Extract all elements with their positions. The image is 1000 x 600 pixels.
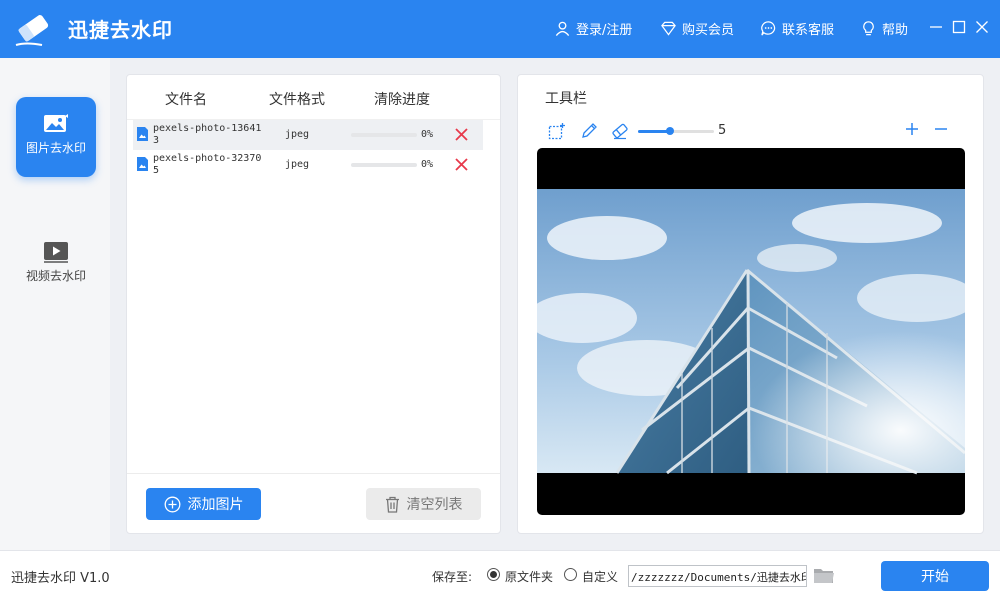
slider-knob[interactable]: [665, 127, 674, 135]
video-play-icon: [44, 242, 68, 263]
progress-percent: 0%: [421, 159, 434, 170]
minimize-icon[interactable]: [929, 20, 943, 34]
eraser-logo-icon: [15, 15, 49, 46]
contact-support-link[interactable]: 联系客服: [760, 19, 834, 38]
column-header-format: 文件格式: [269, 92, 325, 108]
sidebar-item-video-watermark[interactable]: 视频去水印: [16, 225, 96, 305]
zoom-out-icon[interactable]: [933, 121, 949, 137]
radio-original-folder[interactable]: [487, 568, 500, 581]
table-row[interactable]: pexels-photo-136413 jpeg 0%: [133, 120, 483, 150]
folder-icon[interactable]: [813, 566, 835, 585]
table-row[interactable]: pexels-photo-323705 jpeg 0%: [133, 150, 483, 180]
file-format: jpeg: [285, 129, 310, 140]
buy-vip-link[interactable]: 购买会员: [660, 19, 734, 38]
add-image-button[interactable]: 添加图片: [146, 488, 261, 520]
column-header-progress: 清除进度: [374, 92, 430, 108]
image-preview[interactable]: [537, 148, 965, 515]
start-button[interactable]: 开始: [881, 561, 989, 591]
diamond-icon: [661, 21, 676, 36]
file-list-panel: 文件名 文件格式 清除进度 pexels-photo-136413 jpeg 0…: [126, 74, 501, 534]
footer-divider: [127, 473, 500, 474]
plus-circle-icon: [164, 496, 180, 512]
radio-original-folder-label[interactable]: 原文件夹: [505, 568, 553, 585]
help-link[interactable]: 帮助: [860, 19, 908, 38]
delete-x-icon[interactable]: [455, 128, 468, 141]
file-image-icon: [137, 157, 148, 171]
bottom-bar: 迅捷去水印 V1.0 保存至: 原文件夹 自定义 /zzzzzzz/Docume…: [0, 550, 1000, 600]
file-name: pexels-photo-136413: [153, 123, 262, 146]
brush-size-value: 5: [718, 123, 727, 138]
help-bulb-icon: [863, 21, 874, 36]
file-name: pexels-photo-323705: [153, 153, 262, 176]
app-title: 迅捷去水印: [68, 18, 173, 42]
zoom-in-icon[interactable]: [904, 121, 920, 137]
file-format: jpeg: [285, 159, 310, 170]
trash-icon: [385, 496, 399, 513]
radio-custom-folder-label[interactable]: 自定义: [582, 568, 618, 585]
sidebar: 图片去水印 视频去水印: [0, 58, 110, 550]
eraser-icon[interactable]: [611, 122, 629, 140]
delete-x-icon[interactable]: [455, 158, 468, 171]
clear-list-button[interactable]: 清空列表: [366, 488, 481, 520]
progress-bar: [351, 163, 417, 167]
close-icon[interactable]: [975, 20, 989, 34]
save-to-label: 保存至:: [432, 570, 473, 584]
pen-icon[interactable]: [580, 122, 598, 140]
image-icon: [44, 114, 68, 132]
column-header-filename: 文件名: [165, 92, 207, 108]
progress-bar: [351, 133, 417, 137]
sidebar-item-image-watermark[interactable]: 图片去水印: [16, 97, 96, 177]
preview-photo: [537, 189, 965, 475]
toolbar-title: 工具栏: [545, 91, 587, 107]
select-rect-icon[interactable]: [548, 122, 566, 140]
brush-size-slider[interactable]: [638, 127, 714, 135]
toolbar-panel: 工具栏 5: [517, 74, 984, 534]
login-register-link[interactable]: 登录/注册: [554, 19, 632, 38]
maximize-icon[interactable]: [952, 20, 966, 34]
radio-custom-folder[interactable]: [564, 568, 577, 581]
progress-percent: 0%: [421, 129, 434, 140]
user-icon: [555, 21, 570, 37]
version-label: 迅捷去水印 V1.0: [11, 571, 110, 586]
chat-icon: [761, 21, 776, 36]
file-image-icon: [137, 127, 148, 141]
title-bar: 迅捷去水印 登录/注册 购买会员 联系客服 帮助: [0, 0, 1000, 58]
save-path-input[interactable]: /zzzzzzz/Documents/迅捷去水印: [628, 565, 807, 587]
